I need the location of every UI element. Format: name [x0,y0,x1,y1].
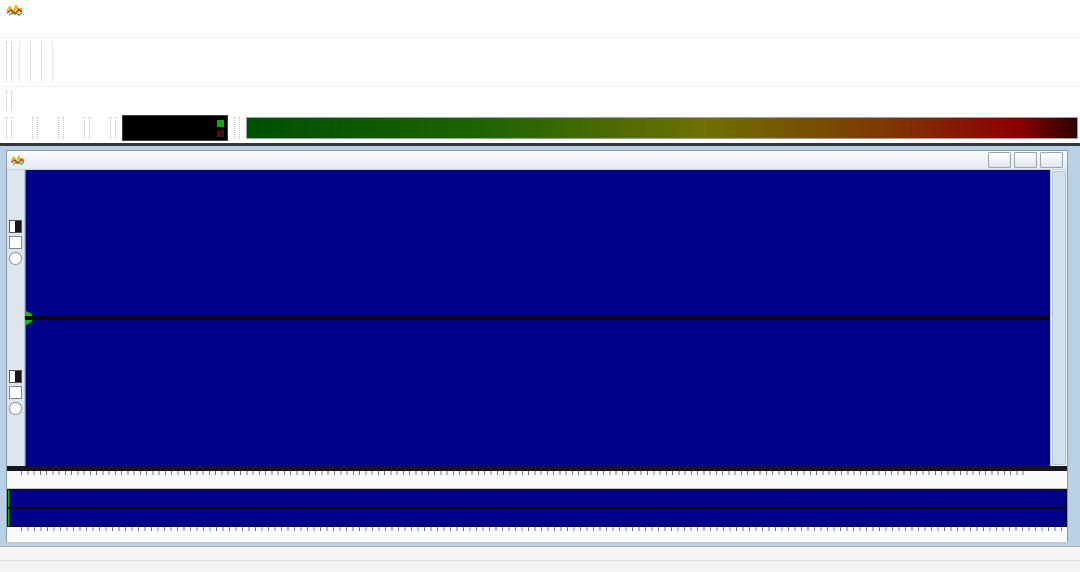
marker-handle-icon[interactable] [25,310,33,316]
minimize-button[interactable] [972,0,1008,20]
right-channel-controls [9,370,22,415]
toolbar-grip[interactable] [32,117,38,139]
close-button[interactable] [1044,0,1080,20]
waveform-stack [25,170,1050,466]
time-display [122,115,228,141]
left-channel-color-swatch [9,220,22,233]
marker-handle-icon[interactable] [25,320,33,326]
left-channel-view[interactable] [25,170,1050,316]
goldwave-logo-icon [7,4,23,16]
toolbar-separator [30,41,31,83]
transport-bar [0,113,1080,146]
overview-time-ruler[interactable] [7,527,1067,543]
main-toolbar [0,37,1080,86]
doc-minimize-button[interactable] [988,152,1011,168]
document-window [6,150,1068,542]
window-controls [972,0,1080,20]
document-icon [11,155,25,165]
status-row-2 [0,561,1080,572]
right-channel-radio[interactable] [9,402,22,415]
overview-position-marker[interactable] [8,509,9,526]
right-channel-view[interactable] [25,320,1050,466]
toolbar-separator [41,41,42,83]
time-ruler[interactable] [7,471,1067,489]
playback-position-marker[interactable] [25,320,26,466]
toolbar-grip[interactable] [234,117,240,139]
overview-strip[interactable] [7,489,1067,527]
toolbar-grip[interactable] [6,42,12,82]
toolbar-grip[interactable] [110,117,116,139]
overview-waveform-right[interactable] [9,509,1066,525]
scrollbar-thumb[interactable] [1052,171,1066,465]
overview-left-channel-view[interactable] [8,490,1066,507]
channel-gutter [7,170,25,466]
doc-restore-button[interactable] [1014,152,1037,168]
playback-position-marker[interactable] [25,170,26,316]
effects-toolbar [0,86,1080,113]
goldwave-window [0,0,1080,572]
toolbar-grip[interactable] [84,117,90,139]
toolbar-separator [19,41,20,83]
waveform-right-channel[interactable] [25,320,1050,466]
maximize-button[interactable] [1008,0,1044,20]
overview-waveform-left[interactable] [9,490,1066,506]
mdi-workspace [0,146,1080,546]
status-light-red [217,130,224,137]
overview-right-channel-view[interactable] [8,509,1066,526]
right-channel-checkbox[interactable] [9,386,22,399]
overview-position-marker[interactable] [8,490,9,507]
left-channel-radio[interactable] [9,252,22,265]
left-channel-checkbox[interactable] [9,236,22,249]
toolbar-grip[interactable] [58,117,64,139]
toolbar-grip[interactable] [6,117,12,139]
status-light-green [217,120,224,127]
status-bar [0,546,1080,572]
left-channel-controls [9,220,22,265]
toolbar-separator [52,41,53,83]
waveform-zone [7,170,1067,466]
doc-close-button[interactable] [1040,152,1063,168]
toolbar-grip[interactable] [6,91,12,109]
document-title-bar[interactable] [7,151,1067,170]
waveform-left-channel[interactable] [25,170,1050,316]
level-meter [246,117,1078,139]
vertical-scrollbar[interactable] [1050,170,1067,466]
menu-bar [0,20,1080,37]
right-channel-color-swatch [9,370,22,383]
status-row-1 [0,547,1080,561]
title-bar [0,0,1080,20]
